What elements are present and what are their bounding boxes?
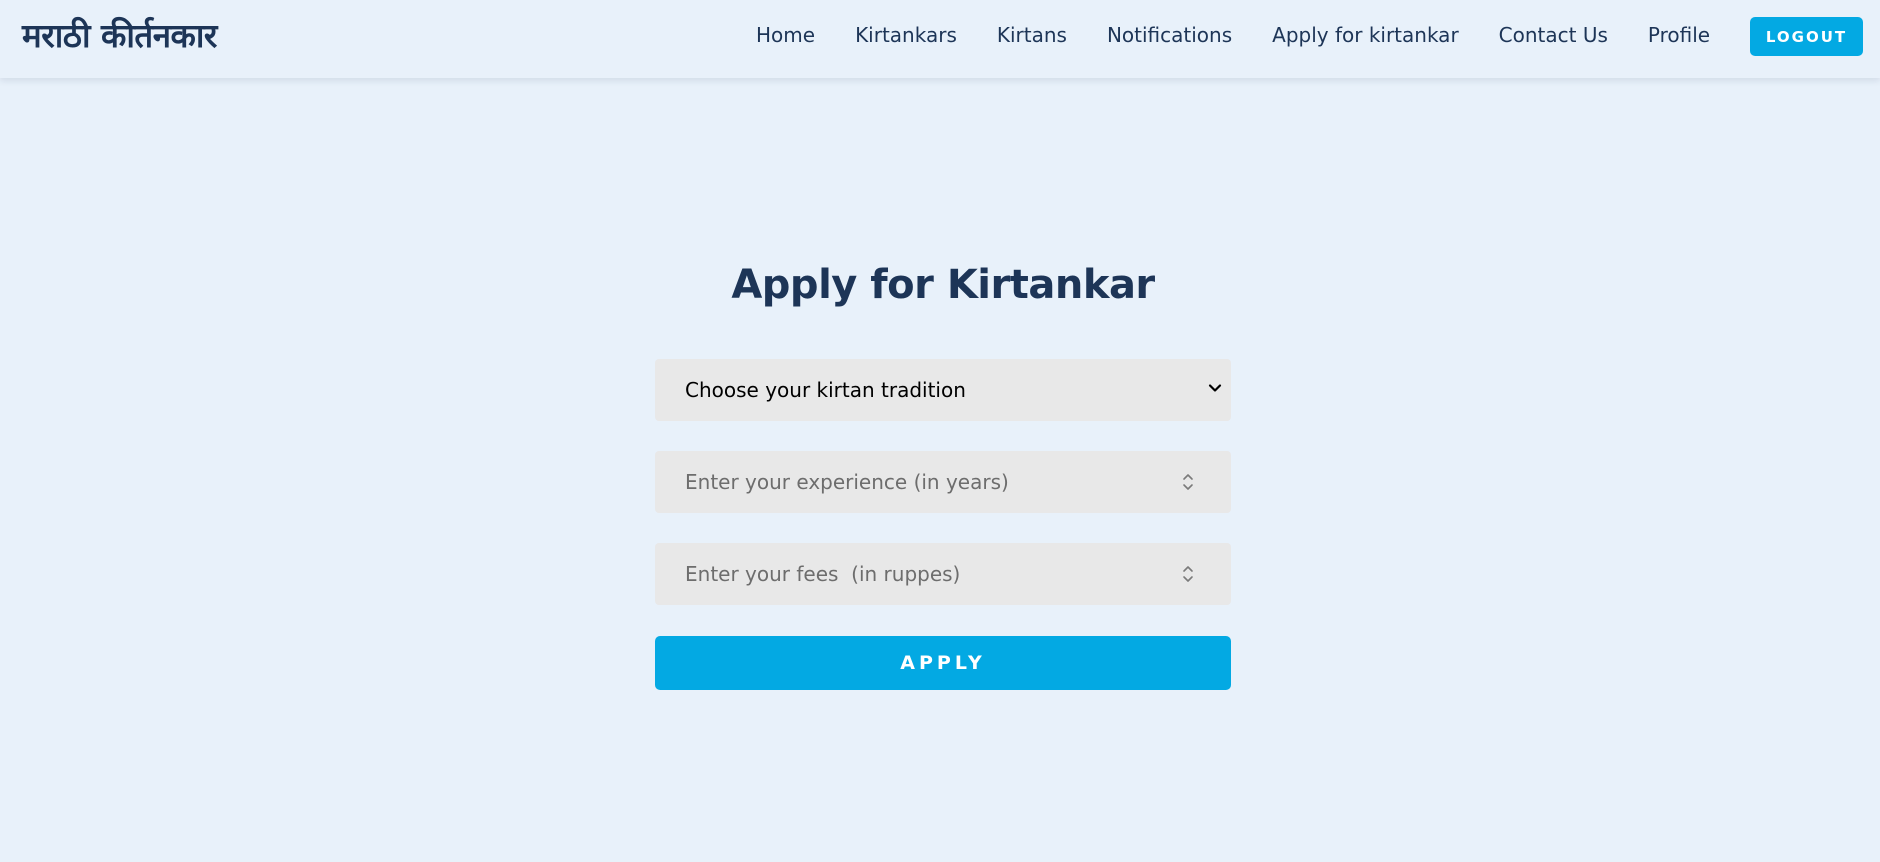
nav-link-kirtans[interactable]: Kirtans: [977, 23, 1087, 47]
site-brand-logo[interactable]: मराठी कीर्तनकार: [22, 12, 217, 57]
nav-link-home[interactable]: Home: [736, 23, 835, 47]
nav-link-apply-for-kirtankar[interactable]: Apply for kirtankar: [1252, 23, 1479, 47]
apply-kirtankar-form: Choose your kirtan tradition Enter your …: [655, 359, 1231, 690]
apply-button[interactable]: APPLY: [655, 636, 1231, 690]
page-title: Apply for Kirtankar: [731, 262, 1155, 308]
top-navbar: मराठी कीर्तनकार Home Kirtankars Kirtans …: [0, 0, 1880, 78]
experience-input[interactable]: Enter your experience (in years): [655, 451, 1231, 513]
kirtan-tradition-select[interactable]: Choose your kirtan tradition: [655, 359, 1231, 421]
number-spinner-icon[interactable]: [1181, 471, 1195, 493]
main-nav: Home Kirtankars Kirtans Notifications Ap…: [736, 0, 1730, 70]
logout-button[interactable]: LOGOUT: [1750, 17, 1863, 56]
nav-link-contact-us[interactable]: Contact Us: [1479, 23, 1628, 47]
nav-link-profile[interactable]: Profile: [1628, 23, 1730, 47]
nav-link-kirtankars[interactable]: Kirtankars: [835, 23, 977, 47]
kirtan-tradition-selected-value: Choose your kirtan tradition: [685, 378, 966, 402]
chevron-down-icon: [1208, 384, 1222, 392]
fees-input[interactable]: Enter your fees (in ruppes): [655, 543, 1231, 605]
number-spinner-icon[interactable]: [1181, 563, 1195, 585]
nav-link-notifications[interactable]: Notifications: [1087, 23, 1252, 47]
experience-placeholder: Enter your experience (in years): [685, 470, 1009, 494]
fees-placeholder: Enter your fees (in ruppes): [685, 562, 961, 586]
